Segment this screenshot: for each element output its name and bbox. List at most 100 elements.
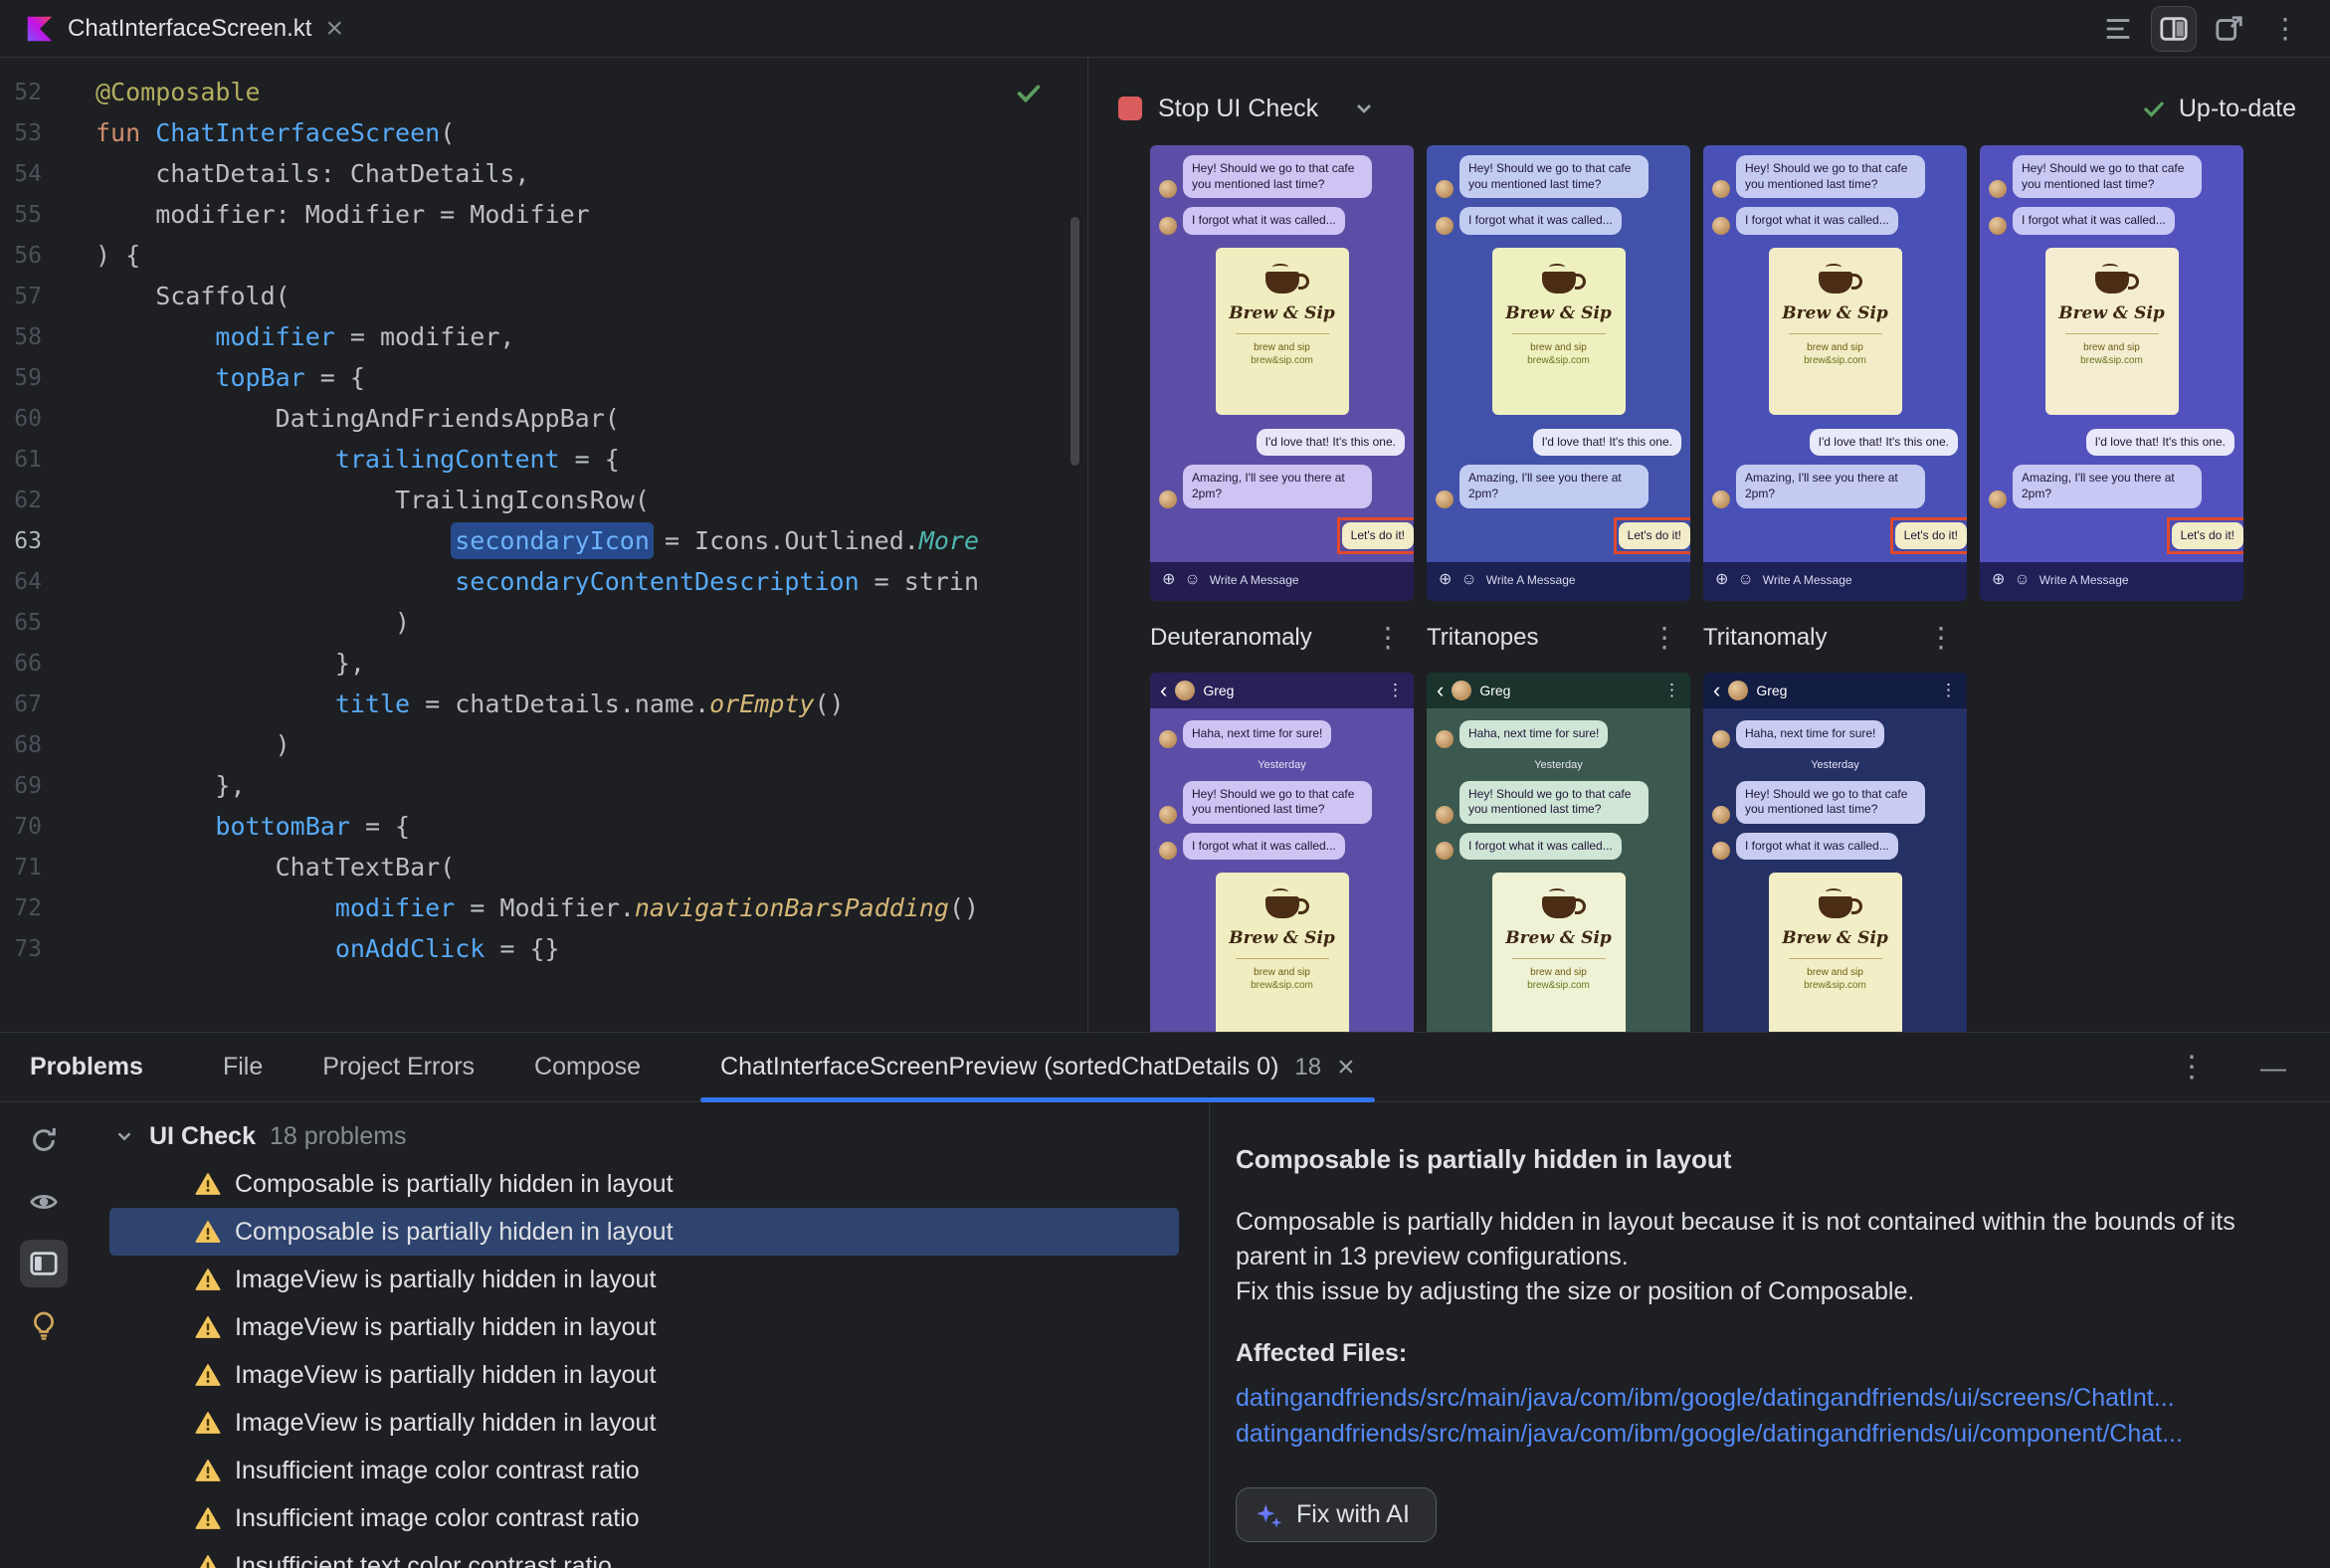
code-line[interactable]: 64 secondaryContentDescription = strin [0, 561, 1087, 602]
preview-phone[interactable]: ‹ Greg ⋮ Haha, next time for sure! Yesterday… [1427, 673, 1690, 1032]
line-number: 71 [14, 854, 42, 881]
problem-item[interactable]: Insufficient image color contrast ratio [109, 1447, 1179, 1494]
line-number: 63 [14, 527, 42, 554]
chat-bubble: I forgot what it was called... [1183, 207, 1345, 235]
add-icon: ⊕ [1162, 571, 1176, 589]
preview-phone[interactable]: ‹ Greg ⋮ Haha, next time for sure! Yesterday… [1703, 673, 1967, 1032]
eye-icon[interactable] [20, 1178, 68, 1226]
preview-layout-icon[interactable] [20, 1240, 68, 1287]
coffee-cup-icon [2094, 263, 2139, 294]
problems-window-title[interactable]: Problems [30, 1053, 143, 1081]
preview-phone[interactable]: Hey! Should we go to that cafe you menti… [1980, 145, 2243, 601]
problem-item[interactable]: Insufficient image color contrast ratio [109, 1494, 1179, 1542]
close-tab-icon[interactable]: × [1337, 1052, 1355, 1082]
card-brand: Brew & Sip [1505, 928, 1612, 949]
chat-bubble: Amazing, I'll see you there at 2pm? [1459, 465, 1649, 508]
preview-kebab-icon[interactable]: ⋮ [1919, 624, 1963, 652]
more-options-kebab-icon[interactable]: ⋮ [2262, 6, 2308, 52]
editor-tab[interactable]: ChatInterfaceScreen.kt × [0, 0, 363, 57]
problem-item-label: Insufficient image color contrast ratio [235, 1456, 640, 1484]
affected-file-link[interactable]: datingandfriends/src/main/java/com/ibm/g… [1236, 1416, 2270, 1452]
card-line2: brew&sip.com [2080, 354, 2143, 366]
code-line[interactable]: 54 chatDetails: ChatDetails, [0, 153, 1087, 194]
inspection-ok-icon[interactable] [1014, 78, 1044, 114]
preview-phone[interactable]: ‹ Greg ⋮ Haha, next time for sure! Yesterday… [1150, 673, 1414, 1032]
problem-item[interactable]: Insufficient text color contrast ratio [109, 1542, 1179, 1568]
code-text: fun ChatInterfaceScreen( [96, 118, 456, 147]
message-row: Amazing, I'll see you there at 2pm? [1159, 465, 1405, 508]
line-number: 58 [14, 323, 42, 350]
avatar [1175, 681, 1196, 700]
card-brand: Brew & Sip [1229, 302, 1335, 323]
tab-chat-interface-preview[interactable]: ChatInterfaceScreenPreview (sortedChatDe… [700, 1033, 1375, 1102]
code-line[interactable]: 66 }, [0, 643, 1087, 684]
code-line[interactable]: 59 topBar = { [0, 357, 1087, 398]
problem-item[interactable]: ImageView is partially hidden in layout [109, 1303, 1179, 1351]
avatar [1436, 490, 1454, 508]
code-line[interactable]: 68 ) [0, 724, 1087, 765]
tab-compose[interactable]: Compose [534, 1053, 641, 1081]
code-line[interactable]: 67 title = chatDetails.name.orEmpty() [0, 684, 1087, 724]
code-line[interactable]: 70 bottomBar = { [0, 806, 1087, 847]
code-line[interactable]: 53 fun ChatInterfaceScreen( [0, 112, 1087, 153]
chevron-down-icon[interactable] [113, 1125, 135, 1147]
close-tab-icon[interactable]: × [325, 13, 343, 44]
problem-item[interactable]: Composable is partially hidden in layout [109, 1208, 1179, 1256]
affected-file-link[interactable]: datingandfriends/src/main/java/com/ibm/g… [1236, 1380, 2270, 1416]
code-line[interactable]: 56) { [0, 235, 1087, 276]
problem-item[interactable]: Composable is partially hidden in layout [109, 1160, 1179, 1208]
code-line[interactable]: 72 modifier = Modifier.navigationBarsPad… [0, 887, 1087, 928]
problem-item[interactable]: ImageView is partially hidden in layout [109, 1351, 1179, 1399]
structure-view-icon[interactable] [2095, 6, 2141, 52]
problem-item-label: ImageView is partially hidden in layout [235, 1408, 657, 1437]
back-icon: ‹ [1160, 678, 1168, 703]
preview-kebab-icon[interactable]: ⋮ [1366, 624, 1410, 652]
code-line[interactable]: 52 @Composable [0, 72, 1087, 112]
editor-scrollbar[interactable] [1070, 217, 1079, 466]
code-line[interactable]: 57 Scaffold( [0, 276, 1087, 316]
code-text: title = chatDetails.name.orEmpty() [334, 689, 845, 718]
ui-check-group-header[interactable]: UI Check 18 problems [88, 1112, 1209, 1160]
stop-icon[interactable] [1118, 97, 1142, 120]
code-line[interactable]: 60 DatingAndFriendsAppBar( [0, 398, 1087, 439]
code-text: bottomBar = { [215, 812, 411, 841]
code-editor[interactable]: 52 @Composable 53 fun ChatInterfaceScreen(5… [0, 58, 1088, 1032]
split-preview-icon[interactable] [2151, 5, 2197, 52]
code-line[interactable]: 73 onAddClick = {} [0, 928, 1087, 969]
chevron-down-icon[interactable] [1352, 97, 1376, 120]
preview-phone[interactable]: Hey! Should we go to that cafe you menti… [1150, 145, 1414, 601]
code-line[interactable]: 69 }, [0, 765, 1087, 806]
panel-options-kebab-icon[interactable]: ⋮ [2177, 1052, 2207, 1082]
stop-ui-check-button[interactable]: Stop UI Check [1158, 95, 1318, 123]
lightbulb-icon[interactable] [20, 1301, 68, 1349]
problem-item[interactable]: ImageView is partially hidden in layout [109, 1256, 1179, 1303]
code-line[interactable]: 58 modifier = modifier, [0, 316, 1087, 357]
avatar [1159, 729, 1177, 748]
preview-labels: Deuteranomaly ⋮ Tritanopes ⋮ Tritanomaly ⋮ [1150, 617, 2330, 659]
preview-phone[interactable]: Hey! Should we go to that cafe you menti… [1427, 145, 1690, 601]
hide-panel-icon[interactable]: — [2260, 1055, 2286, 1080]
kebab-icon: ⋮ [1663, 681, 1680, 699]
a11y-issue-highlight: Let's do it! [1613, 516, 1690, 555]
code-line[interactable]: 62 TrailingIconsRow( [0, 480, 1087, 520]
run-on-device-icon[interactable] [2207, 6, 2252, 52]
kebab-icon: ⋮ [1387, 681, 1404, 699]
chat-bubble: Hey! Should we go to that cafe you menti… [1459, 780, 1649, 824]
tab-project-errors[interactable]: Project Errors [322, 1053, 475, 1081]
code-line[interactable]: 61 trailingContent = { [0, 439, 1087, 480]
code-line[interactable]: 55 modifier: Modifier = Modifier [0, 194, 1087, 235]
fix-with-ai-button[interactable]: Fix with AI [1236, 1487, 1437, 1542]
chat-bubble: I'd love that! It's this one. [1532, 428, 1681, 457]
refresh-icon[interactable] [20, 1116, 68, 1164]
code-line[interactable]: 65 ) [0, 602, 1087, 643]
tab-file[interactable]: File [223, 1053, 263, 1081]
brew-sip-card: Brew & Sip brew and sip brew&sip.com [1491, 873, 1626, 1032]
preview-phone[interactable]: Hey! Should we go to that cafe you menti… [1703, 145, 1967, 601]
code-line[interactable]: 63 secondaryIcon = Icons.Outlined.More [0, 520, 1087, 561]
line-number: 68 [14, 731, 42, 758]
problem-item[interactable]: ImageView is partially hidden in layout [109, 1399, 1179, 1447]
line-number: 60 [14, 405, 42, 432]
code-line[interactable]: 71 ChatTextBar( [0, 847, 1087, 887]
problem-item-label: ImageView is partially hidden in layout [235, 1312, 657, 1341]
preview-kebab-icon[interactable]: ⋮ [1643, 624, 1686, 652]
